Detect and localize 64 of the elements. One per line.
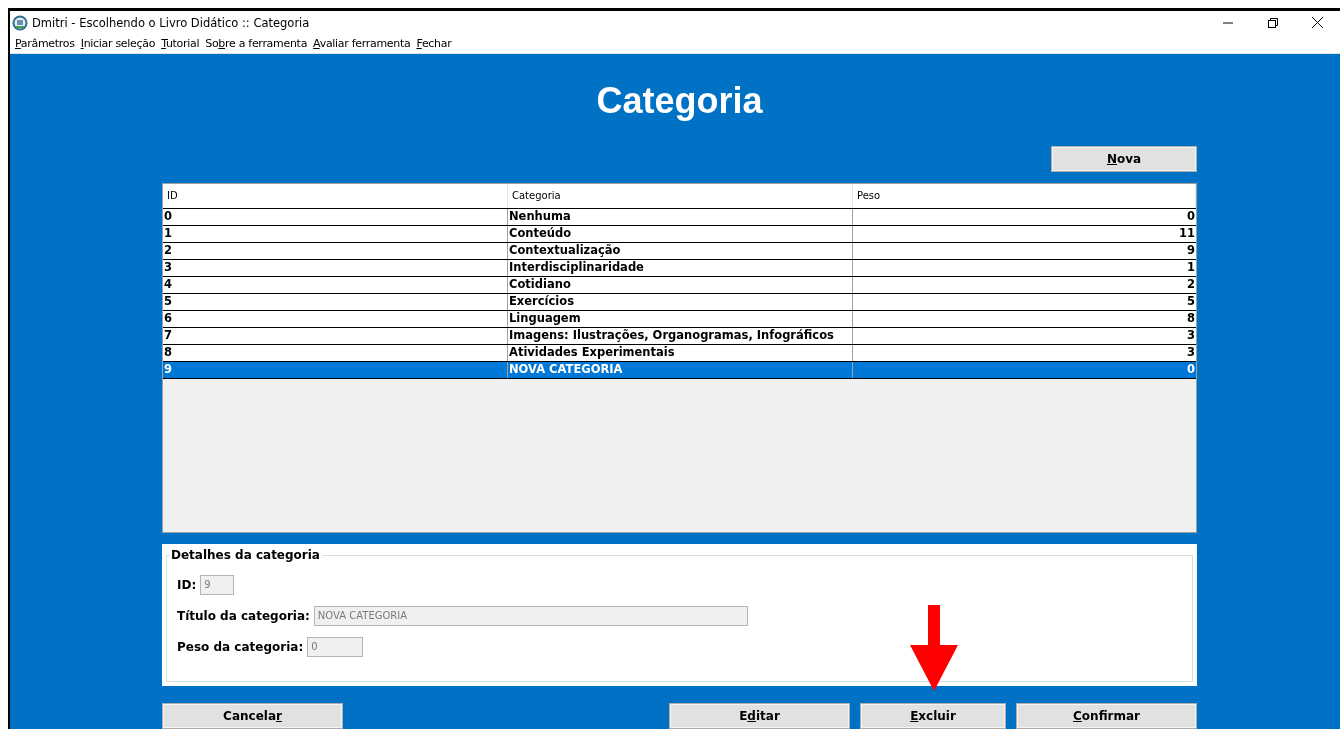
table-cell: 11: [853, 226, 1196, 242]
table-row[interactable]: 7 Imagens: Ilustrações, Organogramas, Infográficos 3: [163, 328, 1196, 345]
table-row[interactable]: 8 Atividades Experimentais 3: [163, 345, 1196, 362]
table-cell: Nenhuma: [508, 209, 853, 225]
menu-item[interactable]: Iniciar seleção: [77, 34, 159, 53]
table-cell: 1: [163, 226, 508, 242]
menu-item[interactable]: Fechar: [413, 34, 455, 53]
table-cell: 1: [853, 260, 1196, 276]
group-title: Detalhes da categoria: [170, 548, 321, 562]
column-header[interactable]: ID: [163, 184, 508, 208]
table-cell: Conteúdo: [508, 226, 853, 242]
action-button[interactable]: Excluir: [860, 703, 1006, 729]
table-cell: 3: [163, 260, 508, 276]
table-cell: 7: [163, 328, 508, 344]
restore-icon: [1267, 17, 1278, 28]
close-icon: [1312, 17, 1323, 28]
table-cell: 3: [853, 345, 1196, 361]
table-cell: 9: [853, 243, 1196, 259]
field-label: Título da categoria:: [177, 609, 310, 623]
table-row[interactable]: 0 Nenhuma 0: [163, 209, 1196, 226]
selected-row[interactable]: 9 NOVA CATEGORIA 0: [163, 362, 1196, 379]
table-cell: NOVA CATEGORIA: [508, 362, 853, 378]
table-cell: 9: [163, 362, 508, 378]
action-button[interactable]: Editar: [669, 703, 850, 729]
table-cell: 0: [853, 362, 1196, 378]
table-cell: Atividades Experimentais: [508, 345, 853, 361]
column-header[interactable]: Categoria: [508, 184, 853, 208]
table-cell: 8: [853, 311, 1196, 327]
table-cell: 4: [163, 277, 508, 293]
new-button[interactable]: Nova: [1051, 146, 1197, 172]
column-header[interactable]: Peso: [853, 184, 1196, 208]
table-row[interactable]: 4 Cotidiano 2: [163, 277, 1196, 294]
menu-item[interactable]: Sobre a ferramenta: [202, 34, 311, 53]
table-cell: 6: [163, 311, 508, 327]
table-cell: Linguagem: [508, 311, 853, 327]
table-cell: 2: [163, 243, 508, 259]
menu-item[interactable]: Avaliar ferramenta: [310, 34, 414, 53]
table-cell: 3: [853, 328, 1196, 344]
field-label: ID:: [177, 578, 197, 592]
table-cell: Contextualização: [508, 243, 853, 259]
table-cell: 2: [853, 277, 1196, 293]
arrow-icon: [909, 605, 959, 691]
table-cell: 5: [163, 294, 508, 310]
table-row[interactable]: 2 Contextualização 9: [163, 243, 1196, 260]
app-icon: [12, 14, 28, 31]
table-cell: Interdisciplinaridade: [508, 260, 853, 276]
menu-item[interactable]: Tutorial: [158, 34, 203, 53]
field-label: Peso da categoria:: [177, 640, 304, 654]
table-cell: Exercícios: [508, 294, 853, 310]
table-row[interactable]: 1 Conteúdo 11: [163, 226, 1196, 243]
table-cell: 0: [163, 209, 508, 225]
table-row[interactable]: 5 Exercícios 5: [163, 294, 1196, 311]
menu-item[interactable]: Parâmetros: [12, 34, 78, 53]
action-button[interactable]: Confirmar: [1016, 703, 1197, 729]
table-cell: Cotidiano: [508, 277, 853, 293]
table-cell: 0: [853, 209, 1196, 225]
table-cell: 5: [853, 294, 1196, 310]
table-row[interactable]: 6 Linguagem 8: [163, 311, 1196, 328]
action-button[interactable]: Cancelar: [162, 703, 343, 729]
page-heading: Categoria: [596, 80, 763, 122]
table-row[interactable]: 3 Interdisciplinaridade 1: [163, 260, 1196, 277]
window-title: Dmitri - Escolhendo o Livro Didático :: Categoria: [32, 15, 311, 30]
table-cell: 8: [163, 345, 508, 361]
table-cell: Imagens: Ilustrações, Organogramas, Infográficos: [508, 328, 853, 344]
